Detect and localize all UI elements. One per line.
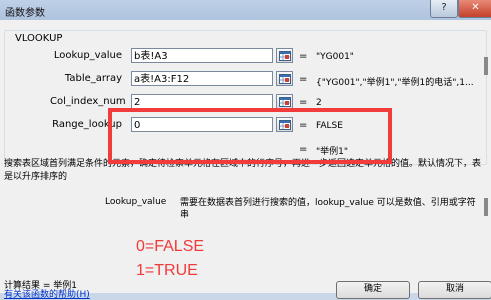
equals-sign: = (299, 97, 308, 108)
title-bar: 函数参数 ? ✕ (0, 0, 491, 20)
function-help-link[interactable]: 有关该函数的帮助(H) (4, 287, 90, 300)
annotation-line-1: 0=FALSE (136, 238, 205, 255)
arg-result-col-index-num: 2 (316, 98, 322, 108)
cancel-button[interactable]: 取消 (418, 281, 491, 299)
arg-result-lookup-value: "YG001" (316, 52, 354, 62)
equals-sign: = (299, 51, 308, 62)
arg-label-table-array: Table_array (64, 73, 122, 84)
range-select-icon (279, 74, 291, 84)
range-select-icon (279, 51, 291, 61)
scrollbar-thumb[interactable] (484, 198, 488, 216)
arg-label-col-index-num: Col_index_num (50, 96, 126, 107)
range-select-icon (279, 97, 291, 107)
table-array-input[interactable]: a表!A3:F12 (131, 71, 273, 86)
range-select-button[interactable] (276, 94, 293, 109)
param-help-name: Lookup_value (105, 197, 167, 207)
range-select-button[interactable] (276, 48, 293, 63)
close-button[interactable]: ✕ (458, 0, 491, 18)
annotation-line-2: 1=TRUE (136, 262, 198, 279)
help-button[interactable]: ? (430, 0, 458, 18)
arg-label-lookup-value: Lookup_value (53, 50, 122, 61)
arg-result-table-array: {"YG001","举例1","举例1的电话",1... (316, 78, 474, 88)
lookup-value-input[interactable]: b表!A3 (131, 48, 273, 63)
ok-button[interactable]: 确定 (336, 281, 410, 299)
range-select-button[interactable] (276, 71, 293, 86)
param-help-text: 需要在数据表首列进行搜索的值，lookup_value 可以是数值、引用或字符串 (180, 198, 476, 220)
equals-sign: = (299, 74, 308, 85)
function-name: VLOOKUP (13, 33, 65, 44)
scrollbar-thumb[interactable] (484, 57, 488, 75)
window-title: 函数参数 (5, 8, 45, 19)
col-index-num-input[interactable]: 2 (131, 94, 273, 109)
highlight-box (108, 108, 392, 164)
